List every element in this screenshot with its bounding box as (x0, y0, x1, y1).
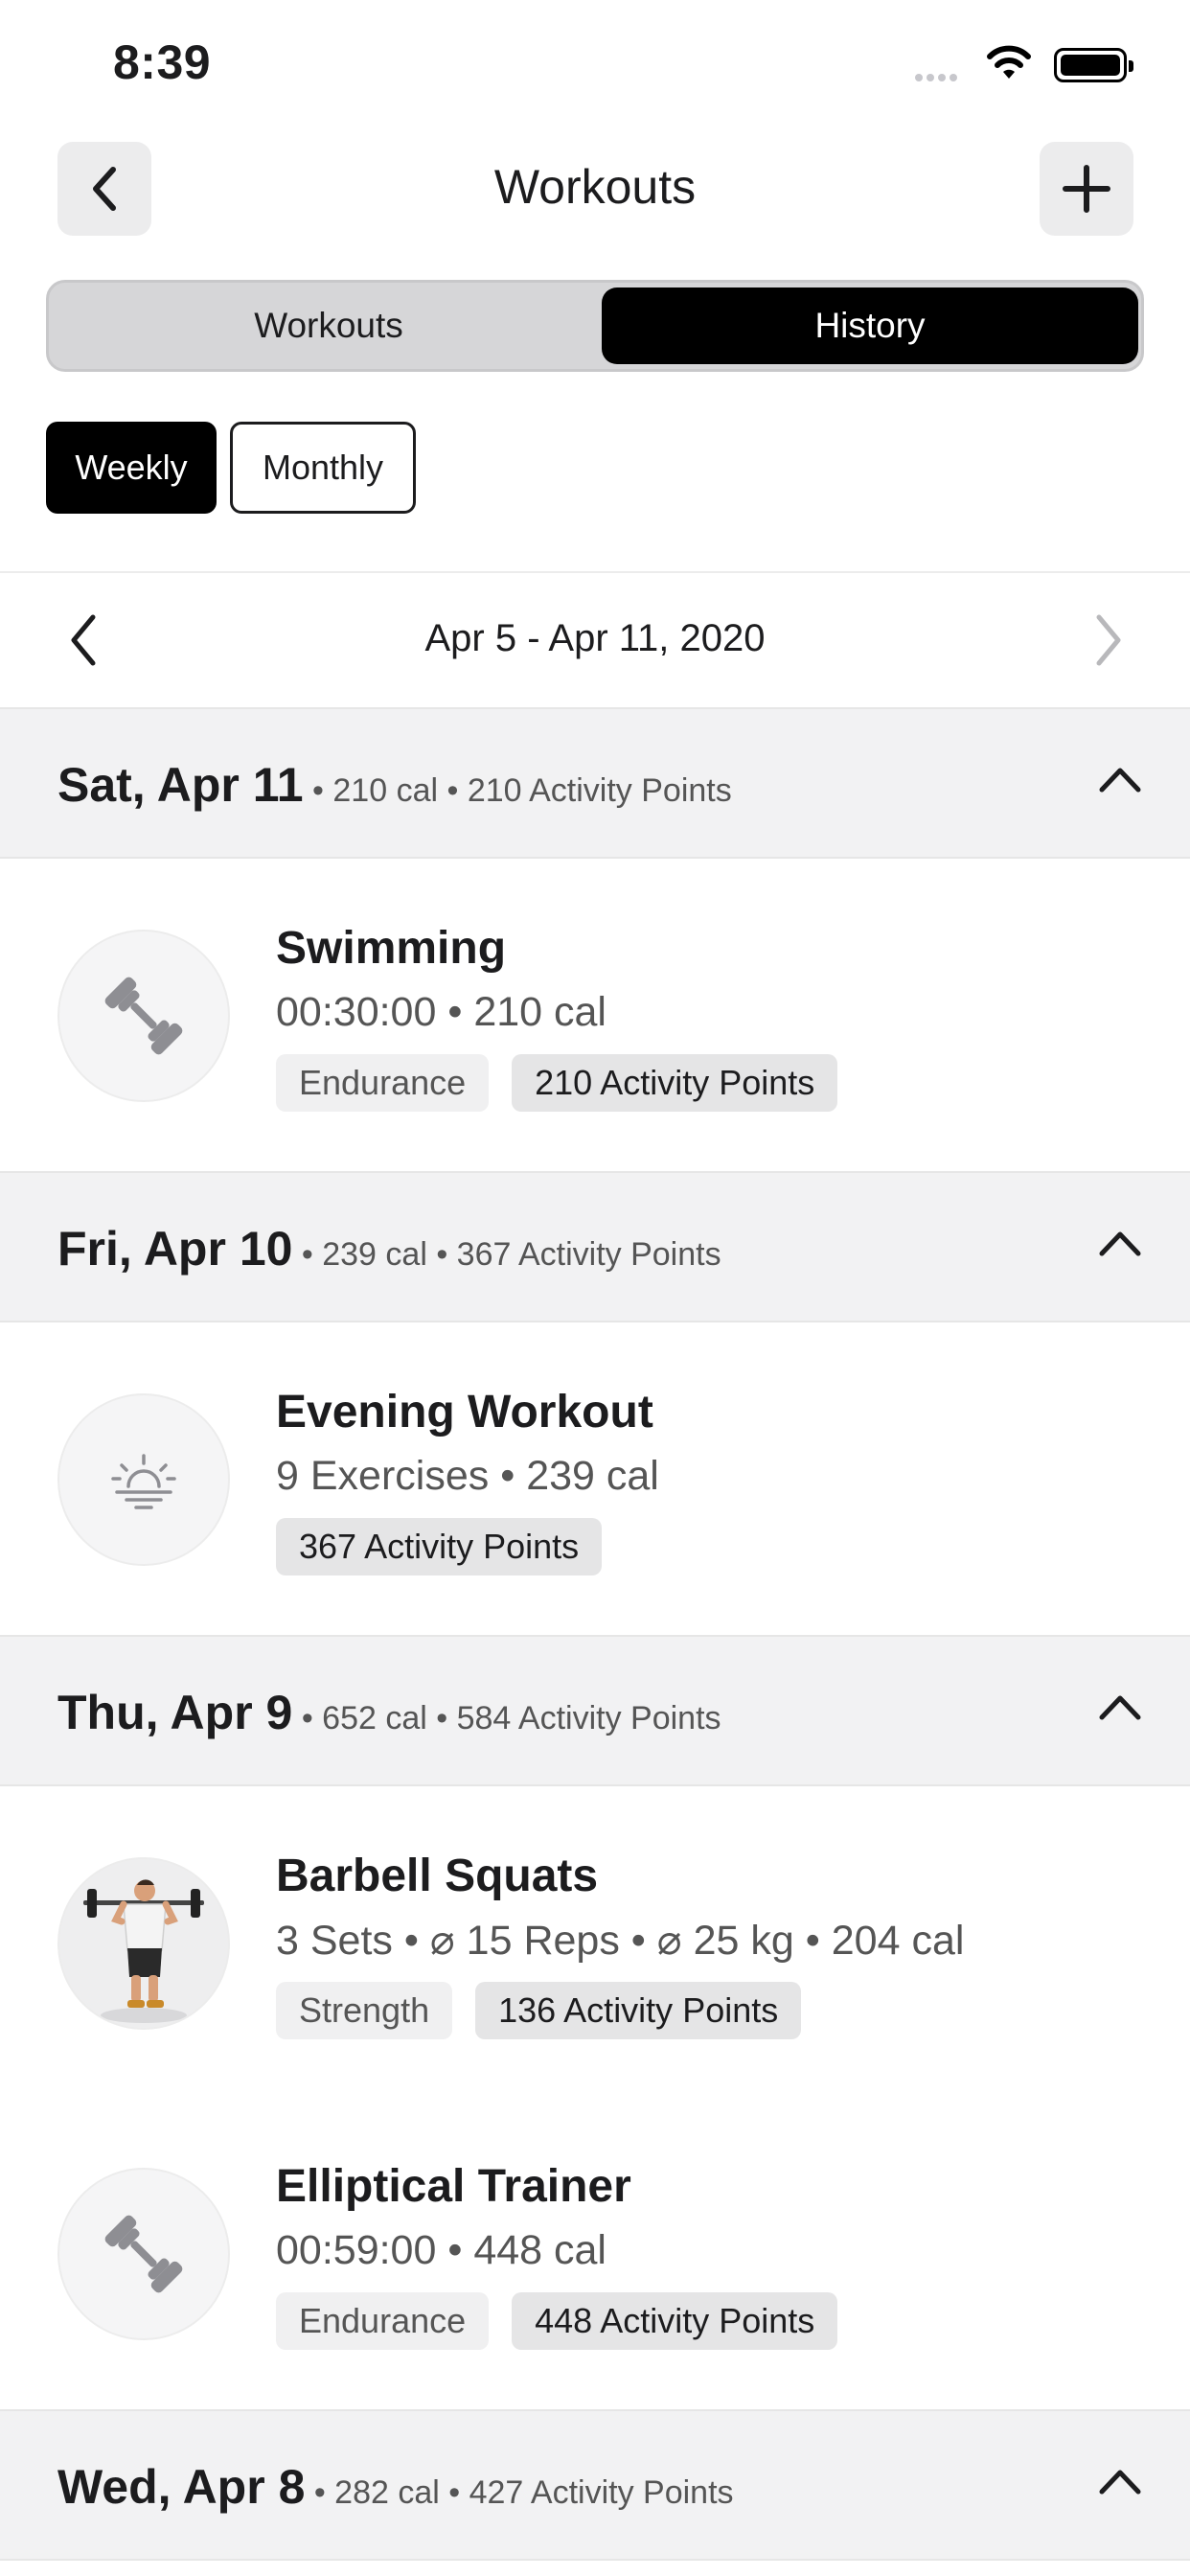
chevron-up-icon[interactable] (1098, 2467, 1142, 2496)
status-bar: 8:39 (0, 0, 1190, 125)
workout-stats: 00:59:00 • 448 cal (276, 2227, 606, 2273)
workout-avatar (57, 2168, 230, 2340)
barbell-squat-figure (83, 1879, 204, 2023)
activity-points-badge: 136 Activity Points (475, 1982, 802, 2039)
workout-name: Evening Workout (276, 1387, 653, 1438)
workout-stats: 9 Exercises • 239 cal (276, 1453, 659, 1499)
battery-icon (1054, 48, 1133, 82)
dumbbell-icon (104, 2215, 183, 2293)
workout-stats: 3 Sets • ⌀ 15 Reps • ⌀ 25 kg • 204 cal (276, 1918, 965, 1964)
day-header[interactable]: Fri, Apr 10 • 239 cal • 367 Activity Poi… (0, 1171, 1190, 1322)
day-header[interactable]: Thu, Apr 9 • 652 cal • 584 Activity Poin… (0, 1635, 1190, 1786)
day-date: Thu, Apr 9 (57, 1686, 293, 1739)
chevron-up-icon[interactable] (1098, 765, 1142, 794)
workout-name: Swimming (276, 923, 507, 974)
date-range-navigator: Apr 5 - Apr 11, 2020 (0, 573, 1190, 707)
activity-points-badge: 448 Activity Points (512, 2292, 838, 2350)
workout-tags: Strength 136 Activity Points (276, 1982, 802, 2039)
day-date: Sat, Apr 11 (57, 758, 304, 812)
chevron-right-icon (1096, 614, 1121, 666)
date-range-label: Apr 5 - Apr 11, 2020 (424, 617, 766, 659)
workout-list-item[interactable]: Evening Workout 9 Exercises • 239 cal 36… (0, 1322, 1190, 1635)
chevron-up-icon[interactable] (1098, 1229, 1142, 1257)
status-time: 8:39 (113, 35, 212, 89)
day-header[interactable]: Sat, Apr 11 • 210 cal • 210 Activity Poi… (0, 707, 1190, 859)
workout-tags: Endurance 210 Activity Points (276, 1054, 838, 1112)
weekly-filter-button[interactable]: Weekly (46, 422, 217, 514)
day-title: Thu, Apr 9 • 652 cal • 584 Activity Poin… (57, 1685, 721, 1740)
workout-type-badge: Strength (276, 1982, 453, 2039)
day-title: Fri, Apr 10 • 239 cal • 367 Activity Poi… (57, 1221, 721, 1276)
workout-avatar (57, 1857, 230, 2030)
day-title: Sat, Apr 11 • 210 cal • 210 Activity Poi… (57, 757, 732, 813)
tab-workouts[interactable]: Workouts (60, 288, 597, 364)
day-summary: • 239 cal • 367 Activity Points (292, 1236, 721, 1273)
tab-history[interactable]: History (602, 288, 1138, 364)
workout-list-item[interactable]: Swimming 00:30:00 • 210 cal Endurance 21… (0, 859, 1190, 1171)
workout-type-badge: Endurance (276, 1054, 490, 1112)
day-date: Wed, Apr 8 (57, 2460, 306, 2514)
dumbbell-icon (104, 977, 183, 1055)
chevron-up-icon[interactable] (1098, 1692, 1142, 1721)
workout-list-item[interactable]: Elliptical Trainer 00:59:00 • 448 cal En… (0, 2097, 1190, 2409)
cellular-signal-icon (915, 69, 961, 86)
wifi-icon (985, 44, 1033, 87)
plus-icon (1063, 165, 1110, 213)
day-title: Wed, Apr 8 • 282 cal • 427 Activity Poin… (57, 2459, 734, 2515)
workout-tags: Endurance 448 Activity Points (276, 2292, 838, 2350)
navigation-bar: Workouts (0, 142, 1190, 236)
workout-tags: 367 Activity Points (276, 1518, 603, 1576)
workout-avatar (57, 930, 230, 1102)
workout-list-item[interactable]: Barbell Squats 3 Sets • ⌀ 15 Reps • ⌀ 25… (0, 1786, 1190, 2099)
next-week-button[interactable] (1085, 610, 1133, 671)
activity-points-badge: 210 Activity Points (512, 1054, 838, 1112)
day-summary: • 652 cal • 584 Activity Points (292, 1700, 721, 1736)
day-date: Fri, Apr 10 (57, 1222, 293, 1276)
workout-name: Elliptical Trainer (276, 2161, 631, 2212)
sunset-icon (111, 1454, 176, 1509)
workout-stats: 00:30:00 • 210 cal (276, 989, 606, 1035)
page-title: Workouts (493, 160, 697, 214)
segmented-control: Workouts History (46, 280, 1144, 372)
monthly-filter-button[interactable]: Monthly (230, 422, 416, 514)
activity-points-badge: 367 Activity Points (276, 1518, 603, 1576)
workout-avatar (57, 1393, 230, 1566)
day-summary: • 210 cal • 210 Activity Points (303, 772, 732, 809)
day-header[interactable]: Wed, Apr 8 • 282 cal • 427 Activity Poin… (0, 2409, 1190, 2561)
add-workout-button[interactable] (1040, 142, 1133, 236)
workout-name: Barbell Squats (276, 1851, 599, 1901)
workout-type-badge: Endurance (276, 2292, 490, 2350)
day-summary: • 282 cal • 427 Activity Points (305, 2474, 734, 2511)
